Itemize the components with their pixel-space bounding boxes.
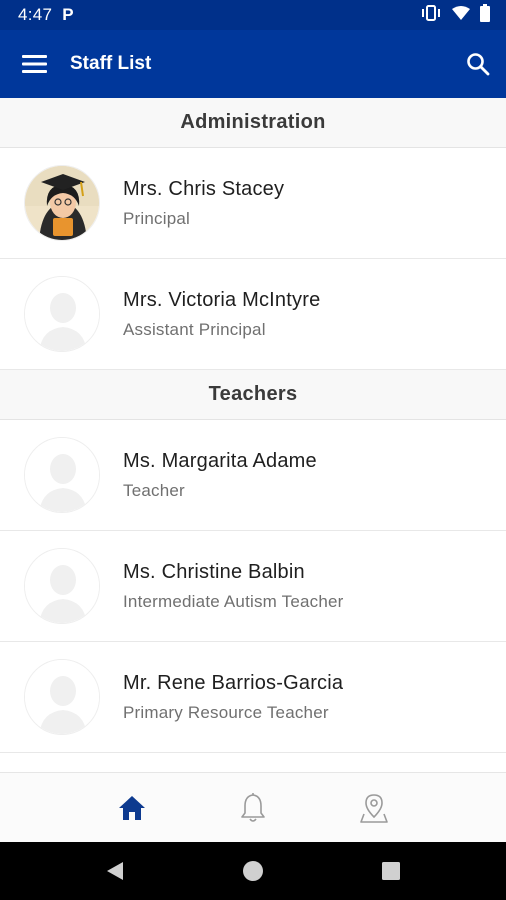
staff-name: Ms. Christine Balbin	[123, 560, 305, 583]
avatar-placeholder-icon	[24, 437, 100, 513]
staff-row[interactable]: Ms. Christine Balbin Intermediate Autism…	[0, 531, 506, 642]
avatar-placeholder-icon	[24, 659, 100, 735]
staff-row[interactable]: Mrs. Victoria McIntyre Assistant Princip…	[0, 259, 506, 370]
status-time: 4:47	[18, 5, 53, 24]
avatar-placeholder-icon	[24, 276, 100, 352]
avatar-photo	[24, 165, 100, 241]
parking-notification-icon: P	[62, 5, 74, 24]
battery-icon	[480, 3, 490, 27]
search-icon[interactable]	[466, 52, 490, 76]
status-left: 4:47 P	[18, 5, 74, 25]
staff-text: Mr. Rene Barrios-Garcia Primary Resource…	[123, 672, 343, 723]
staff-list: Administration Mrs. Chris Stacey Princip…	[0, 98, 506, 753]
home-icon[interactable]	[112, 788, 152, 828]
section-header-administration: Administration	[0, 98, 506, 148]
staff-role: Teacher	[123, 480, 185, 500]
system-nav-bar	[0, 842, 506, 900]
staff-text: Mrs. Victoria McIntyre Assistant Princip…	[123, 289, 320, 340]
vibrate-icon	[420, 4, 442, 26]
staff-role: Primary Resource Teacher	[123, 702, 329, 722]
status-bar: 4:47 P	[0, 0, 506, 30]
staff-row[interactable]: Ms. Margarita Adame Teacher	[0, 420, 506, 531]
staff-row[interactable]: Mrs. Chris Stacey Principal	[0, 148, 506, 259]
page-title: Staff List	[70, 53, 152, 74]
bell-icon[interactable]	[233, 788, 273, 828]
wifi-icon	[452, 5, 470, 25]
staff-role: Intermediate Autism Teacher	[123, 591, 344, 611]
staff-name: Mrs. Victoria McIntyre	[123, 288, 321, 311]
staff-name: Ms. Margarita Adame	[123, 449, 317, 472]
staff-name: Mr. Rene Barrios-Garcia	[123, 671, 344, 694]
bottom-nav	[0, 772, 506, 842]
staff-text: Mrs. Chris Stacey Principal	[123, 178, 284, 229]
avatar-placeholder-icon	[24, 548, 100, 624]
recents-icon[interactable]	[376, 856, 406, 886]
menu-icon[interactable]	[22, 54, 48, 74]
staff-text: Ms. Christine Balbin Intermediate Autism…	[123, 561, 344, 612]
status-right	[420, 3, 490, 27]
staff-text: Ms. Margarita Adame Teacher	[123, 450, 317, 501]
staff-role: Assistant Principal	[123, 319, 266, 339]
home-circle-icon[interactable]	[238, 856, 268, 886]
section-header-teachers: Teachers	[0, 370, 506, 420]
staff-name: Mrs. Chris Stacey	[123, 177, 285, 200]
map-pin-icon[interactable]	[354, 788, 394, 828]
staff-role: Principal	[123, 208, 190, 228]
staff-row[interactable]: Mr. Rene Barrios-Garcia Primary Resource…	[0, 642, 506, 753]
app-bar: Staff List	[0, 30, 506, 98]
back-icon[interactable]	[100, 856, 130, 886]
